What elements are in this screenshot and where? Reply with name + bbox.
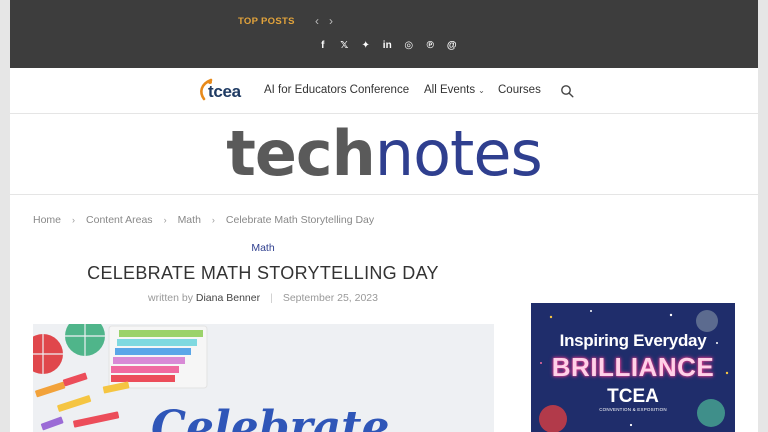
top-posts-arrows: ‹ › [310, 14, 338, 28]
top-bar: TOP POSTS ‹ › f 𝕏 ✦ in ◎ ℗ @ [10, 0, 758, 68]
top-posts-label[interactable]: TOP POSTS [238, 16, 295, 27]
nav-item-label: All Events [424, 84, 476, 96]
nav-item-all-events[interactable]: All Events ⌄ [424, 84, 485, 96]
written-by-label: written by [148, 292, 193, 304]
ad-brilliance: BRILLIANCE [551, 352, 715, 382]
site-logo-part2: notes [374, 117, 543, 190]
site-logo-part1: tech [226, 117, 376, 190]
main-nav: tcea AI for Educators Conference All Eve… [10, 68, 758, 114]
x-twitter-icon[interactable]: 𝕏 [334, 40, 356, 51]
threads-icon[interactable]: @ [441, 40, 463, 51]
post-meta: written by Diana Benner | September 25, 20… [10, 292, 516, 304]
chevron-right-icon: › [211, 215, 215, 225]
tcea-logo[interactable]: tcea [194, 76, 254, 106]
convention-ad[interactable]: Inspiring Everyday BRILLIANCE TCEA CONVE… [531, 303, 735, 432]
post-title: CELEBRATE MATH STORYTELLING DAY [87, 263, 439, 283]
nav-item-ai-conference[interactable]: AI for Educators Conference [264, 84, 409, 96]
meta-divider: | [270, 292, 273, 304]
nav-item-courses[interactable]: Courses [498, 84, 541, 96]
site-logo[interactable]: technotes [10, 118, 758, 190]
nav-item-label: AI for Educators Conference [264, 84, 410, 96]
search-icon[interactable] [560, 84, 574, 98]
celebrate-text: Celebrate [151, 402, 390, 432]
chevron-right-icon[interactable]: › [324, 14, 338, 28]
masthead: technotes [10, 114, 758, 195]
breadcrumb-home[interactable]: Home [33, 214, 61, 226]
fraction-tiles [108, 325, 208, 389]
bluesky-icon[interactable]: ✦ [355, 40, 377, 51]
breadcrumb-content-areas[interactable]: Content Areas [86, 214, 153, 226]
instagram-icon[interactable]: ◎ [398, 40, 420, 51]
chevron-down-icon: ⌄ [478, 86, 485, 95]
facebook-icon[interactable]: f [312, 40, 334, 51]
ad-tcea-logo: TCEA [607, 386, 659, 407]
post-author[interactable]: Diana Benner [196, 292, 260, 304]
chevron-right-icon: › [72, 215, 76, 225]
linkedin-icon[interactable]: in [377, 40, 399, 51]
logo-text: tcea [208, 82, 241, 101]
breadcrumb: Home › Content Areas › Math › Celebrate Math S… [33, 214, 374, 226]
ad-photo-circle [696, 310, 718, 332]
breadcrumb-math[interactable]: Math [178, 214, 201, 226]
math-manipulatives-image: Celebrate [33, 324, 494, 432]
featured-image: Celebrate [33, 324, 494, 432]
pinterest-icon[interactable]: ℗ [420, 40, 442, 51]
post-date: September 25, 2023 [282, 292, 378, 304]
page: TOP POSTS ‹ › f 𝕏 ✦ in ◎ ℗ @ tcea AI for … [10, 0, 758, 432]
nav-item-label: Courses [498, 84, 541, 96]
ad-subtitle: CONVENTION & EXPOSITION [599, 407, 667, 412]
ad-headline: Inspiring Everyday [559, 331, 707, 350]
breadcrumb-current: Celebrate Math Storytelling Day [225, 214, 375, 226]
chevron-right-icon: › [163, 215, 167, 225]
chevron-left-icon[interactable]: ‹ [310, 14, 324, 28]
social-links: f 𝕏 ✦ in ◎ ℗ @ [312, 40, 463, 51]
post-category[interactable]: Math [10, 242, 516, 254]
